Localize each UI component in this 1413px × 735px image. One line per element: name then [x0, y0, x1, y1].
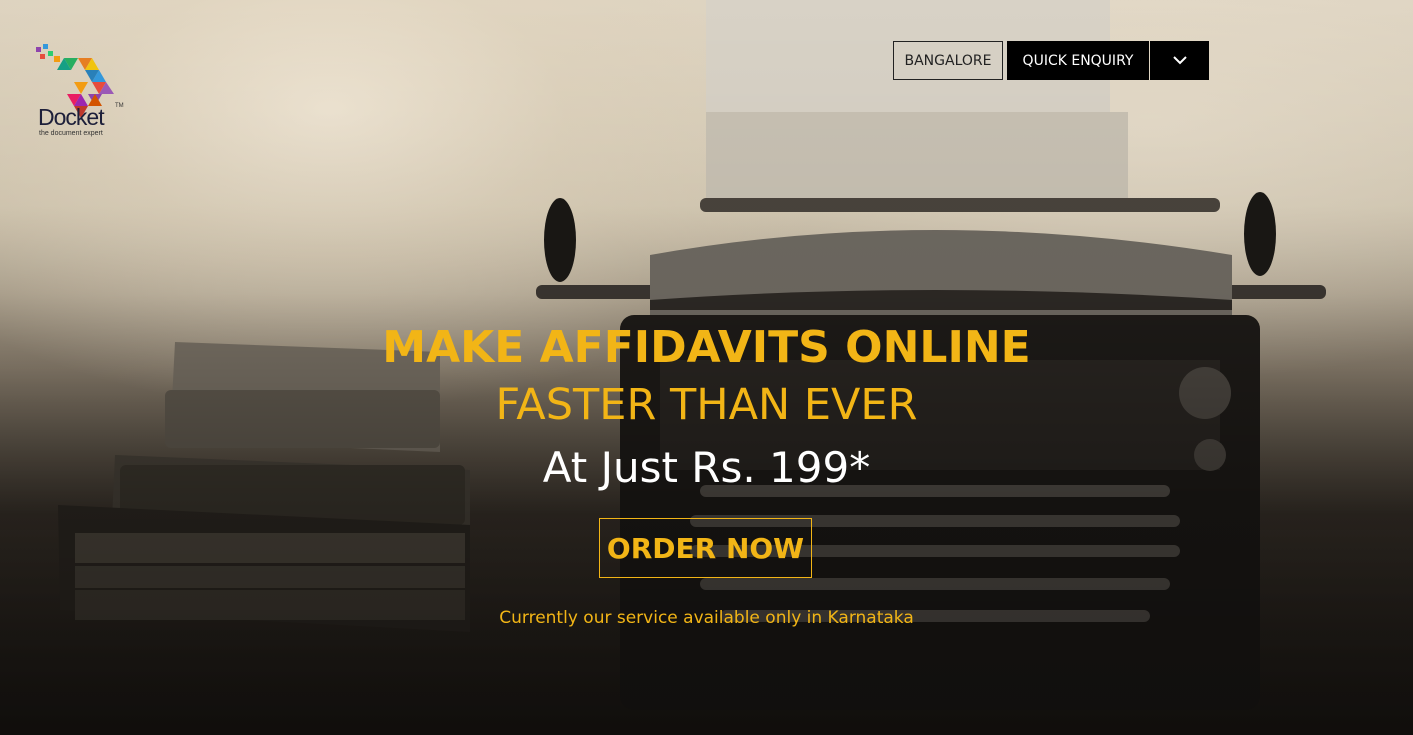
order-now-button[interactable]: ORDER NOW	[599, 518, 812, 578]
top-nav: BANGALORE QUICK ENQUIRY	[893, 41, 1209, 80]
hero-price: At Just Rs. 199*	[542, 443, 871, 492]
brand-tagline: the document expert	[39, 130, 103, 137]
hero-headline: MAKE AFFIDAVITS ONLINE	[382, 322, 1031, 373]
enquiry-dropdown-toggle[interactable]	[1150, 41, 1209, 80]
city-selector-button[interactable]: BANGALORE	[893, 41, 1003, 80]
chevron-down-icon	[1172, 56, 1187, 65]
brand-name[interactable]: Docket	[38, 104, 105, 131]
quick-enquiry-button[interactable]: QUICK ENQUIRY	[1007, 41, 1149, 80]
hero-subline: FASTER THAN EVER	[495, 380, 918, 430]
trademark-mark: TM	[115, 103, 124, 109]
service-availability-note: Currently our service available only in …	[499, 608, 914, 628]
